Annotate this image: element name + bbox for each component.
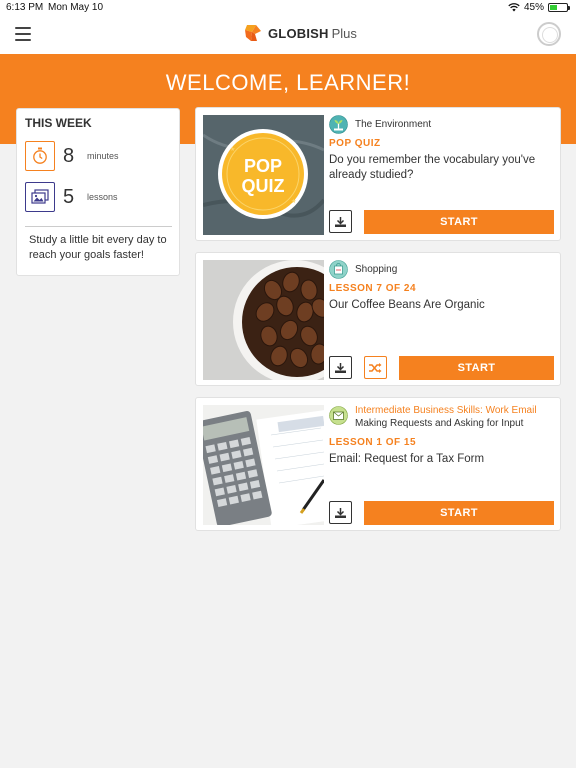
lesson-card: Shopping LESSON 7 OF 24 Our Coffee Beans… bbox=[195, 252, 561, 386]
coffee-image-art bbox=[203, 260, 324, 380]
status-right: 45% bbox=[508, 2, 570, 13]
lesson-card: Intermediate Business Skills: Work Email… bbox=[195, 397, 561, 531]
calculator-image[interactable] bbox=[203, 405, 324, 525]
card-meta: The Environment POP QUIZ Do you remember… bbox=[329, 115, 553, 183]
lesson-description: Our Coffee Beans Are Organic bbox=[329, 299, 485, 311]
download-button[interactable] bbox=[329, 210, 352, 233]
lessons-stat: 5 lessons bbox=[25, 182, 118, 212]
svg-text:★: ★ bbox=[291, 198, 296, 205]
battery-percent: 45% bbox=[523, 2, 544, 13]
topic-subtitle: Making Requests and Asking for Input bbox=[355, 418, 524, 429]
brand-suffix: Plus bbox=[331, 25, 357, 41]
stopwatch-icon bbox=[33, 147, 47, 164]
badge-line2: QUIZ bbox=[242, 176, 285, 196]
pop-quiz-badge: ★ ★ POP QUIZ bbox=[203, 115, 324, 235]
lessons-icon-box bbox=[25, 182, 55, 212]
topic-title: Intermediate Business Skills: Work Email bbox=[355, 405, 537, 416]
badge-line1: POP bbox=[244, 156, 282, 176]
status-time: 6:13 PM bbox=[6, 2, 44, 13]
lessons-icon bbox=[31, 189, 49, 204]
nav-bar: GLOBISH Plus bbox=[0, 16, 576, 54]
shuffle-icon bbox=[369, 362, 382, 373]
status-bar: 6:13 PM Mon May 10 45% bbox=[0, 0, 576, 16]
this-week-tip: Study a little bit every day to reach yo… bbox=[29, 234, 167, 261]
download-button[interactable] bbox=[329, 501, 352, 524]
download-button[interactable] bbox=[329, 356, 352, 379]
battery-fill bbox=[550, 5, 558, 10]
battery-icon bbox=[548, 3, 570, 12]
start-button[interactable]: START bbox=[364, 210, 554, 234]
lesson-label: LESSON 1 OF 15 bbox=[329, 437, 417, 448]
lesson-label: LESSON 7 OF 24 bbox=[329, 283, 417, 294]
start-button[interactable]: START bbox=[399, 356, 554, 380]
topic-row: Intermediate Business Skills: Work Email… bbox=[329, 405, 553, 433]
lessons-unit: lessons bbox=[87, 192, 118, 202]
card-meta: Shopping LESSON 7 OF 24 Our Coffee Beans… bbox=[329, 260, 553, 313]
status-date: Mon May 10 bbox=[48, 2, 104, 13]
topic-row: The Environment bbox=[329, 115, 553, 134]
download-icon bbox=[335, 362, 346, 373]
minutes-unit: minutes bbox=[87, 151, 119, 161]
stopwatch-icon-box bbox=[25, 141, 55, 171]
brand-name: GLOBISH bbox=[268, 25, 329, 41]
this-week-title: THIS WEEK bbox=[25, 116, 92, 130]
start-button[interactable]: START bbox=[364, 501, 554, 525]
svg-text:★: ★ bbox=[230, 146, 235, 153]
environment-topic-icon bbox=[329, 115, 348, 134]
lessons-value: 5 bbox=[63, 185, 75, 208]
download-icon bbox=[335, 216, 346, 227]
globish-logo-icon bbox=[245, 25, 261, 41]
topic-row: Shopping bbox=[329, 260, 553, 279]
lesson-description: Email: Request for a Tax Form bbox=[329, 453, 485, 465]
lesson-card: ★ ★ POP QUIZ The Environment POP QUIZ Do… bbox=[195, 107, 561, 241]
minutes-value: 8 bbox=[63, 144, 75, 167]
this-week-card: THIS WEEK 8 minutes 5 lessons Study a li… bbox=[16, 108, 180, 276]
divider bbox=[25, 226, 172, 227]
progress-ring-icon[interactable] bbox=[537, 22, 561, 46]
lesson-description: Do you remember the vocabulary you've al… bbox=[329, 154, 536, 181]
pop-quiz-image[interactable]: ★ ★ POP QUIZ bbox=[203, 115, 324, 235]
wifi-icon bbox=[508, 3, 520, 12]
email-topic-icon bbox=[329, 406, 348, 425]
calculator-image-art bbox=[203, 405, 324, 525]
minutes-stat: 8 minutes bbox=[25, 141, 119, 171]
lesson-label: POP QUIZ bbox=[329, 138, 381, 149]
coffee-beans-image[interactable] bbox=[203, 260, 324, 380]
topic-text: Intermediate Business Skills: Work Email… bbox=[355, 405, 537, 429]
globish-logo: GLOBISH Plus bbox=[243, 23, 357, 43]
welcome-title: WELCOME, LEARNER! bbox=[165, 70, 411, 95]
shopping-topic-icon bbox=[329, 260, 348, 279]
topic-title: The Environment bbox=[355, 119, 432, 130]
card-meta: Intermediate Business Skills: Work Email… bbox=[329, 405, 553, 467]
shuffle-button[interactable] bbox=[364, 356, 387, 379]
hamburger-icon[interactable] bbox=[15, 27, 31, 41]
topic-title: Shopping bbox=[355, 264, 398, 275]
download-icon bbox=[335, 507, 346, 518]
